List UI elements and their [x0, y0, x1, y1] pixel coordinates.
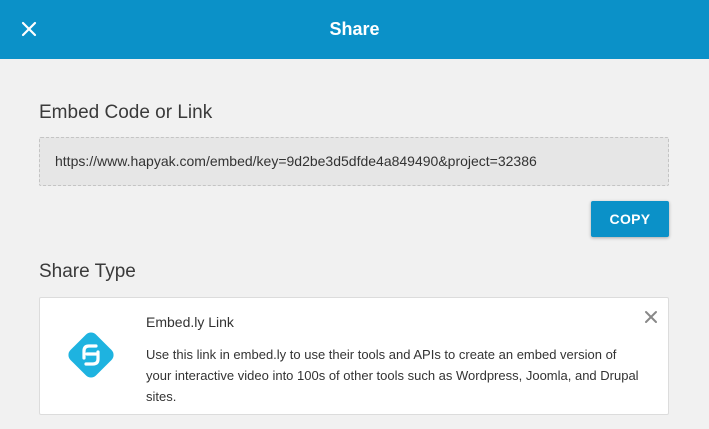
card-close-icon[interactable]: [644, 310, 658, 324]
share-type-heading: Share Type: [39, 261, 136, 282]
copy-button[interactable]: COPY: [591, 201, 669, 237]
embed-url-field[interactable]: https://www.hapyak.com/embed/key=9d2be3d…: [39, 137, 669, 186]
card-description: Use this link in embed.ly to use their t…: [146, 347, 639, 404]
dialog-title: Share: [329, 19, 380, 39]
share-type-card[interactable]: Embed.ly Link Use this link in embed.ly …: [39, 297, 669, 415]
card-title: Embed.ly Link: [146, 314, 234, 330]
embed-heading: Embed Code or Link: [39, 102, 213, 123]
dialog-header: Share: [0, 0, 709, 59]
embedly-logo-icon: [65, 329, 117, 381]
